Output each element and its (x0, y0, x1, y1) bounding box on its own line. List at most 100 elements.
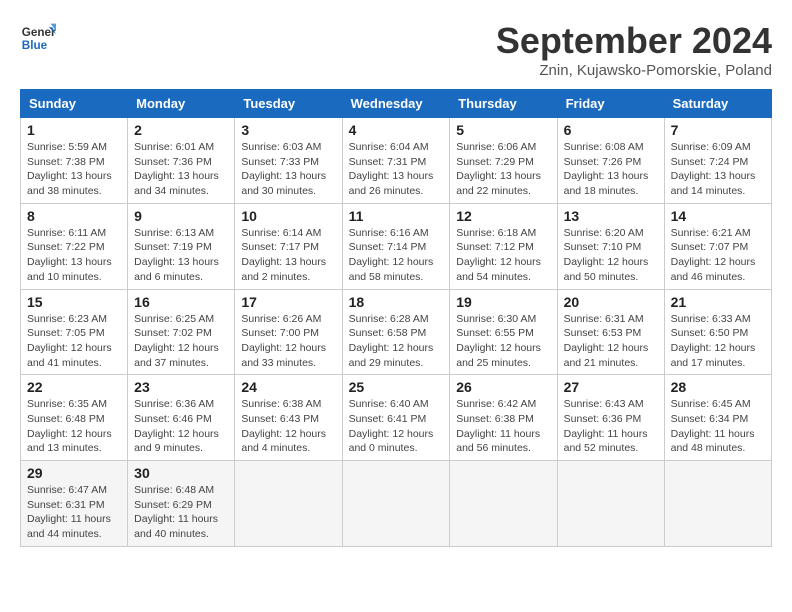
calendar-cell: 20 Sunrise: 6:31 AMSunset: 6:53 PMDayligh… (557, 289, 664, 375)
day-detail: Sunrise: 6:48 AMSunset: 6:29 PMDaylight:… (134, 483, 228, 542)
day-number: 23 (134, 379, 228, 395)
day-detail: Sunrise: 6:13 AMSunset: 7:19 PMDaylight:… (134, 226, 228, 285)
day-number: 1 (27, 122, 121, 138)
calendar-cell: 21Sunrise: 6:33 AMSunset: 6:50 PMDayligh… (664, 289, 771, 375)
day-number: 17 (241, 294, 335, 310)
week-row-5: 29 Sunrise: 6:47 AMSunset: 6:31 PMDayligh… (21, 461, 772, 547)
calendar-cell: 16 Sunrise: 6:25 AMSunset: 7:02 PMDayligh… (128, 289, 235, 375)
day-number: 8 (27, 208, 121, 224)
weekday-header-thursday: Thursday (450, 90, 557, 118)
calendar-cell: 3Sunrise: 6:03 AMSunset: 7:33 PMDaylight… (235, 118, 342, 204)
calendar-cell (235, 461, 342, 547)
logo-icon: General Blue (20, 20, 56, 56)
day-number: 30 (134, 465, 228, 481)
calendar-cell: 14 Sunrise: 6:21 AMSunset: 7:07 PMDayligh… (664, 203, 771, 289)
day-number: 2 (134, 122, 228, 138)
calendar-cell: 11Sunrise: 6:16 AMSunset: 7:14 PMDayligh… (342, 203, 450, 289)
weekday-header-tuesday: Tuesday (235, 90, 342, 118)
calendar-cell: 13Sunrise: 6:20 AMSunset: 7:10 PMDayligh… (557, 203, 664, 289)
day-number: 29 (27, 465, 121, 481)
day-detail: Sunrise: 6:06 AMSunset: 7:29 PMDaylight:… (456, 140, 550, 199)
day-number: 25 (349, 379, 444, 395)
weekday-header-monday: Monday (128, 90, 235, 118)
day-number: 6 (564, 122, 658, 138)
calendar-cell: 1 Sunrise: 5:59 AMSunset: 7:38 PMDaylight… (21, 118, 128, 204)
weekday-header-row: SundayMondayTuesdayWednesdayThursdayFrid… (21, 90, 772, 118)
calendar-cell: 26 Sunrise: 6:42 AMSunset: 6:38 PMDayligh… (450, 375, 557, 461)
calendar-cell: 15 Sunrise: 6:23 AMSunset: 7:05 PMDayligh… (21, 289, 128, 375)
day-number: 7 (671, 122, 765, 138)
calendar-cell: 28Sunrise: 6:45 AMSunset: 6:34 PMDayligh… (664, 375, 771, 461)
weekday-header-sunday: Sunday (21, 90, 128, 118)
calendar-cell: 17 Sunrise: 6:26 AMSunset: 7:00 PMDayligh… (235, 289, 342, 375)
day-number: 19 (456, 294, 550, 310)
day-number: 13 (564, 208, 658, 224)
calendar-cell: 10Sunrise: 6:14 AMSunset: 7:17 PMDayligh… (235, 203, 342, 289)
day-detail: Sunrise: 6:47 AMSunset: 6:31 PMDaylight:… (27, 483, 121, 542)
day-detail: Sunrise: 6:21 AMSunset: 7:07 PMDaylight:… (671, 226, 765, 285)
day-detail: Sunrise: 6:43 AMSunset: 6:36 PMDaylight:… (564, 397, 658, 456)
calendar-cell: 9 Sunrise: 6:13 AMSunset: 7:19 PMDaylight… (128, 203, 235, 289)
week-row-3: 15 Sunrise: 6:23 AMSunset: 7:05 PMDayligh… (21, 289, 772, 375)
day-detail: Sunrise: 6:08 AMSunset: 7:26 PMDaylight:… (564, 140, 658, 199)
day-number: 9 (134, 208, 228, 224)
day-detail: Sunrise: 6:31 AMSunset: 6:53 PMDaylight:… (564, 312, 658, 371)
calendar-cell: 22 Sunrise: 6:35 AMSunset: 6:48 PMDayligh… (21, 375, 128, 461)
day-number: 14 (671, 208, 765, 224)
calendar-cell: 5 Sunrise: 6:06 AMSunset: 7:29 PMDaylight… (450, 118, 557, 204)
day-detail: Sunrise: 6:42 AMSunset: 6:38 PMDaylight:… (456, 397, 550, 456)
day-detail: Sunrise: 6:36 AMSunset: 6:46 PMDaylight:… (134, 397, 228, 456)
weekday-header-saturday: Saturday (664, 90, 771, 118)
calendar-cell (342, 461, 450, 547)
day-number: 15 (27, 294, 121, 310)
location: Znin, Kujawsko-Pomorskie, Poland (496, 62, 772, 79)
day-detail: Sunrise: 5:59 AMSunset: 7:38 PMDaylight:… (27, 140, 121, 199)
day-detail: Sunrise: 6:11 AMSunset: 7:22 PMDaylight:… (27, 226, 121, 285)
calendar-cell: 25Sunrise: 6:40 AMSunset: 6:41 PMDayligh… (342, 375, 450, 461)
calendar-cell: 6 Sunrise: 6:08 AMSunset: 7:26 PMDaylight… (557, 118, 664, 204)
day-detail: Sunrise: 6:38 AMSunset: 6:43 PMDaylight:… (241, 397, 335, 456)
calendar-cell: 7 Sunrise: 6:09 AMSunset: 7:24 PMDaylight… (664, 118, 771, 204)
day-number: 26 (456, 379, 550, 395)
day-detail: Sunrise: 6:23 AMSunset: 7:05 PMDaylight:… (27, 312, 121, 371)
day-detail: Sunrise: 6:25 AMSunset: 7:02 PMDaylight:… (134, 312, 228, 371)
day-number: 12 (456, 208, 550, 224)
calendar-cell: 18 Sunrise: 6:28 AMSunset: 6:58 PMDayligh… (342, 289, 450, 375)
day-detail: Sunrise: 6:01 AMSunset: 7:36 PMDaylight:… (134, 140, 228, 199)
calendar-cell: 19 Sunrise: 6:30 AMSunset: 6:55 PMDayligh… (450, 289, 557, 375)
day-number: 20 (564, 294, 658, 310)
day-number: 16 (134, 294, 228, 310)
weekday-header-wednesday: Wednesday (342, 90, 450, 118)
calendar-cell (557, 461, 664, 547)
day-detail: Sunrise: 6:45 AMSunset: 6:34 PMDaylight:… (671, 397, 765, 456)
calendar-cell: 2 Sunrise: 6:01 AMSunset: 7:36 PMDaylight… (128, 118, 235, 204)
calendar-cell: 8 Sunrise: 6:11 AMSunset: 7:22 PMDaylight… (21, 203, 128, 289)
calendar-table: SundayMondayTuesdayWednesdayThursdayFrid… (20, 89, 772, 547)
day-detail: Sunrise: 6:28 AMSunset: 6:58 PMDaylight:… (349, 312, 444, 371)
svg-text:Blue: Blue (22, 39, 48, 52)
day-number: 4 (349, 122, 444, 138)
week-row-1: 1 Sunrise: 5:59 AMSunset: 7:38 PMDaylight… (21, 118, 772, 204)
day-number: 22 (27, 379, 121, 395)
day-detail: Sunrise: 6:09 AMSunset: 7:24 PMDaylight:… (671, 140, 765, 199)
day-detail: Sunrise: 6:04 AMSunset: 7:31 PMDaylight:… (349, 140, 444, 199)
logo: General Blue (20, 20, 56, 56)
day-number: 3 (241, 122, 335, 138)
weekday-header-friday: Friday (557, 90, 664, 118)
week-row-2: 8 Sunrise: 6:11 AMSunset: 7:22 PMDaylight… (21, 203, 772, 289)
day-detail: Sunrise: 6:35 AMSunset: 6:48 PMDaylight:… (27, 397, 121, 456)
day-detail: Sunrise: 6:26 AMSunset: 7:00 PMDaylight:… (241, 312, 335, 371)
day-number: 18 (349, 294, 444, 310)
calendar-cell: 23 Sunrise: 6:36 AMSunset: 6:46 PMDayligh… (128, 375, 235, 461)
calendar-cell: 27Sunrise: 6:43 AMSunset: 6:36 PMDayligh… (557, 375, 664, 461)
calendar-cell: 29 Sunrise: 6:47 AMSunset: 6:31 PMDayligh… (21, 461, 128, 547)
day-detail: Sunrise: 6:30 AMSunset: 6:55 PMDaylight:… (456, 312, 550, 371)
day-number: 24 (241, 379, 335, 395)
day-number: 5 (456, 122, 550, 138)
day-detail: Sunrise: 6:18 AMSunset: 7:12 PMDaylight:… (456, 226, 550, 285)
calendar-cell: 24 Sunrise: 6:38 AMSunset: 6:43 PMDayligh… (235, 375, 342, 461)
title-block: September 2024 Znin, Kujawsko-Pomorskie,… (496, 20, 772, 79)
day-number: 21 (671, 294, 765, 310)
calendar-cell: 4 Sunrise: 6:04 AMSunset: 7:31 PMDaylight… (342, 118, 450, 204)
day-number: 10 (241, 208, 335, 224)
